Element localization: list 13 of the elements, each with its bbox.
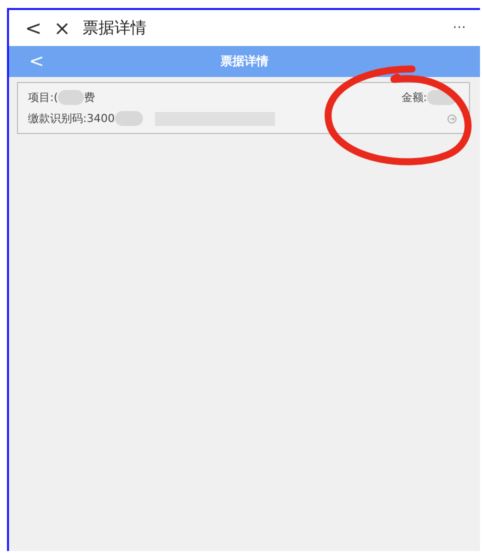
- more-button[interactable]: ···: [452, 20, 466, 36]
- back-button[interactable]: <: [25, 16, 42, 40]
- item-label: 项目:(: [28, 90, 58, 105]
- close-button[interactable]: ×: [54, 16, 71, 40]
- expand-icon[interactable]: [447, 114, 457, 124]
- redaction-blur: [58, 90, 84, 105]
- code-label: 缴款识别码:3400: [28, 111, 115, 126]
- redaction-blur: [114, 111, 143, 126]
- item-suffix: 费: [84, 90, 95, 105]
- page-title: 票据详情: [82, 18, 148, 38]
- bill-card[interactable]: 项目:( 费 金额: 缴款识别码:3400: [17, 82, 470, 134]
- amount-label: 金额:: [401, 90, 427, 105]
- header-title: 票据详情: [220, 53, 268, 70]
